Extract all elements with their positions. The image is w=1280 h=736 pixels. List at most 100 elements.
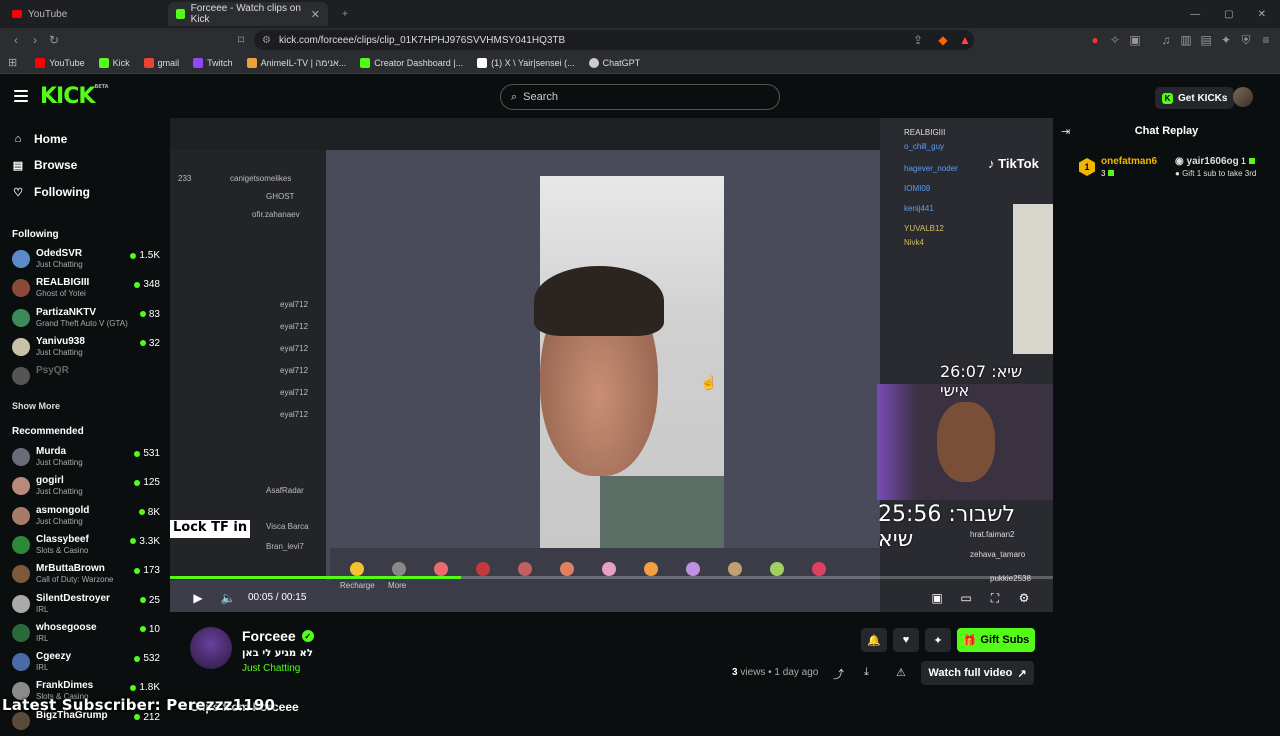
live-dot-icon bbox=[139, 597, 146, 603]
youtube-icon bbox=[35, 57, 46, 68]
bookmark-twitch[interactable]: Twitch bbox=[193, 57, 233, 68]
kicks-icon: K bbox=[1162, 92, 1173, 104]
wallet-icon[interactable]: ▤ bbox=[1198, 32, 1214, 48]
sidebar-icon[interactable]: ▥ bbox=[1178, 32, 1194, 48]
gift-subs-button[interactable]: 🎁 Gift Subs bbox=[957, 628, 1035, 652]
reload-icon[interactable]: ↻ bbox=[46, 32, 62, 48]
close-icon[interactable]: ✕ bbox=[311, 8, 320, 21]
forward-icon[interactable]: › bbox=[27, 32, 43, 48]
minimize-icon[interactable]: — bbox=[1190, 9, 1200, 20]
viewer-count: 532 bbox=[134, 653, 160, 664]
play-icon[interactable]: ▶ bbox=[190, 590, 206, 606]
channel-avatar bbox=[12, 477, 30, 496]
search-input[interactable]: ⌕ Search bbox=[500, 84, 780, 110]
sidebar-channel-mrbuttabrown[interactable]: MrButtaBrown Call of Duty: Warzone 173 bbox=[12, 561, 160, 589]
address-bar[interactable]: ⚙ kick.com/forceee/clips/clip_01K7HPHJ97… bbox=[254, 30, 974, 50]
back-icon[interactable]: ‹ bbox=[8, 32, 24, 48]
watch-full-video-button[interactable]: Watch full video ↗ bbox=[921, 661, 1034, 685]
sidebar-item-browse[interactable]: ▤ Browse bbox=[12, 158, 78, 172]
channel-name: PartizaNKTV bbox=[36, 306, 97, 318]
streamer-avatar[interactable] bbox=[190, 627, 232, 669]
site-info-icon[interactable]: ⚙ bbox=[262, 35, 271, 46]
bookmark-kick[interactable]: Kick bbox=[98, 57, 130, 68]
brave-shield-icon[interactable]: ◆ bbox=[935, 32, 951, 48]
sidebar-channel-asmongold[interactable]: asmongold Just Chatting 8K bbox=[12, 503, 160, 531]
bookmark-gmail[interactable]: gmail bbox=[143, 57, 179, 68]
rewards-icon[interactable]: ▲ bbox=[957, 32, 973, 48]
sidebar-channel-yanivu938[interactable]: Yanivu938 Just Chatting 32 bbox=[12, 334, 160, 362]
share-icon[interactable]: ⇪ bbox=[910, 32, 926, 48]
vpn-icon[interactable]: ⛨ bbox=[1238, 32, 1254, 48]
home-icon: ⌂ bbox=[14, 133, 22, 145]
sidebar-channel-realbigiii[interactable]: REALBIGIII Ghost of Yotei 348 bbox=[12, 275, 160, 303]
streamer-name[interactable]: Forceee ✓ bbox=[242, 628, 314, 644]
kick-logo[interactable]: KICKBETA bbox=[40, 84, 109, 109]
progress-bar[interactable] bbox=[170, 576, 1053, 579]
extension-record-icon[interactable]: ● bbox=[1087, 32, 1103, 48]
sidebar-channel-murda[interactable]: Murda Just Chatting 531 bbox=[12, 444, 160, 472]
gifter-name[interactable]: ◉ yair1606og bbox=[1175, 156, 1239, 167]
tab-youtube[interactable]: YouTube bbox=[4, 3, 164, 25]
chat-replay-panel: ⇥ Chat Replay 1 onefatman6 3 ◉ yair1606o… bbox=[1053, 118, 1280, 720]
user-avatar[interactable] bbox=[1233, 87, 1253, 107]
new-tab-button[interactable]: + bbox=[334, 3, 350, 25]
notifications-button[interactable]: 🔔 bbox=[861, 628, 887, 652]
bookmark-icon[interactable]: ⌑ bbox=[233, 32, 249, 48]
report-icon[interactable]: ⚠ bbox=[896, 666, 906, 679]
share-icon[interactable]: ⤴ bbox=[833, 666, 844, 682]
sidebar-channel-psyqr[interactable]: PsyQR bbox=[12, 363, 160, 391]
follow-button[interactable]: ♥ bbox=[893, 628, 919, 652]
bookmark-x[interactable]: (1) X \ Yair|sensei (... bbox=[477, 57, 575, 68]
maximize-icon[interactable]: ▢ bbox=[1224, 9, 1233, 20]
extensions-icon[interactable]: ✧ bbox=[1107, 32, 1123, 48]
bookmark-youtube[interactable]: YouTube bbox=[35, 57, 85, 68]
sidebar-item-home[interactable]: ⌂ Home bbox=[12, 132, 68, 146]
close-window-icon[interactable]: ✕ bbox=[1258, 9, 1266, 20]
leo-icon[interactable]: ✦ bbox=[1218, 32, 1234, 48]
sidebar-channel-partizanktv[interactable]: PartizaNKTV Grand Theft Auto V (GTA) 83 bbox=[12, 305, 160, 333]
hamburger-menu-icon[interactable] bbox=[14, 90, 28, 102]
top-gifter-name[interactable]: onefatman6 bbox=[1101, 156, 1157, 167]
pip-icon[interactable]: ▣ bbox=[929, 590, 945, 606]
sidebar-channel-gogirl[interactable]: gogirl Just Chatting 125 bbox=[12, 473, 160, 501]
sidebar-channel-silentdestroyer[interactable]: SilentDestroyer IRL 25 bbox=[12, 591, 160, 619]
category-link[interactable]: Just Chatting bbox=[242, 663, 300, 674]
screenshot-icon[interactable]: ▣ bbox=[1127, 32, 1143, 48]
show-more-button[interactable]: Show More bbox=[12, 401, 60, 411]
chat-title: Chat Replay bbox=[1134, 125, 1199, 137]
sidebar: ⌂ Home ▤ Browse ♡ Following Following OdedS… bbox=[0, 118, 168, 730]
fullscreen-icon[interactable]: ⛶ bbox=[987, 590, 1003, 606]
tab-kick[interactable]: Forceee - Watch clips on Kick ✕ bbox=[168, 2, 328, 26]
video-player[interactable]: 233 canigetsomelikes GHOST ofir.zahanaev… bbox=[170, 118, 1053, 612]
apps-icon[interactable]: ⊞ bbox=[8, 56, 17, 69]
video-content-comments: 233 canigetsomelikes GHOST ofir.zahanaev… bbox=[170, 150, 326, 580]
x-icon bbox=[477, 57, 488, 68]
viewer-count: 125 bbox=[134, 477, 160, 488]
bookmark-chatgpt[interactable]: ChatGPT bbox=[588, 57, 640, 68]
sidebar-channel-cgeezy[interactable]: Cgeezy IRL 532 bbox=[12, 649, 160, 677]
chatgpt-icon bbox=[588, 57, 599, 68]
tab-title: Forceee - Watch clips on Kick bbox=[190, 3, 301, 25]
get-kicks-button[interactable]: K Get KICKs bbox=[1155, 87, 1235, 109]
channel-avatar bbox=[12, 279, 30, 298]
settings-icon[interactable]: ⚙ bbox=[1016, 590, 1032, 606]
sparkle-button[interactable]: ✦ bbox=[925, 628, 951, 652]
bookmark-creator-dashboard[interactable]: Creator Dashboard |... bbox=[360, 57, 463, 68]
view-count: 3 views • 1 day ago bbox=[732, 667, 819, 678]
media-icon[interactable]: ♫ bbox=[1158, 32, 1174, 48]
viewer-count: 8K bbox=[138, 507, 160, 518]
download-icon[interactable]: ⤓ bbox=[864, 666, 869, 679]
channel-avatar bbox=[12, 448, 30, 466]
menu-icon[interactable]: ≡ bbox=[1258, 32, 1274, 48]
channel-name: asmongold bbox=[36, 504, 90, 516]
channel-avatar bbox=[12, 367, 30, 386]
live-dot-icon bbox=[134, 450, 141, 457]
bookmark-animeil[interactable]: AnimeIL-TV | אנימה... bbox=[246, 57, 346, 68]
viewer-count: 348 bbox=[134, 279, 160, 290]
sidebar-item-following[interactable]: ♡ Following bbox=[12, 185, 90, 199]
sidebar-channel-whosegoose[interactable]: whosegoose IRL 10 bbox=[12, 620, 160, 648]
volume-icon[interactable]: 🔈 bbox=[220, 590, 236, 606]
sidebar-channel-odedsvr[interactable]: OdedSVR Just Chatting 1.5K bbox=[12, 246, 160, 274]
theater-mode-icon[interactable]: ▭ bbox=[958, 590, 974, 606]
sidebar-channel-classybeef[interactable]: Classybeef Slots & Casino 3.3K bbox=[12, 532, 160, 560]
